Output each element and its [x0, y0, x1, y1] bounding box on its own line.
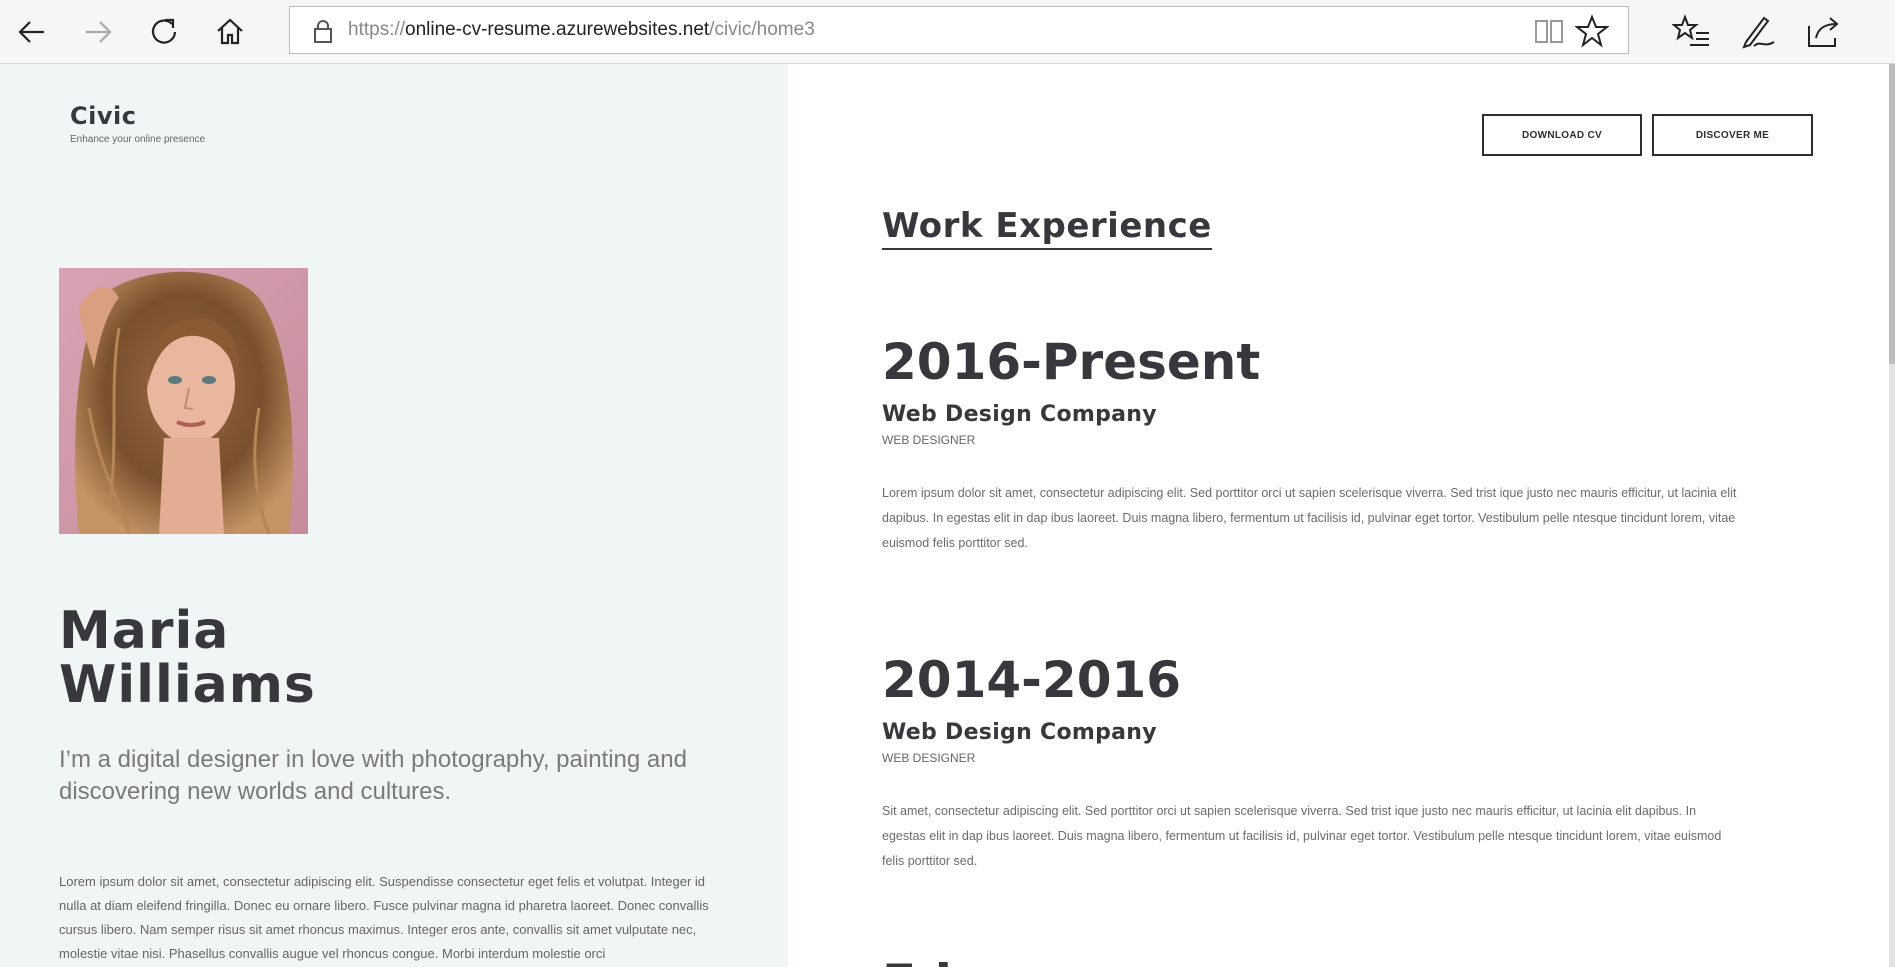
url-host: online-cv-resume.azurewebsites.net [405, 19, 710, 40]
back-icon [18, 21, 44, 43]
address-bar[interactable]: https://online-cv-resume.azurewebsites.n… [289, 6, 1629, 54]
job-description: Sit amet, consectetur adipiscing elit. S… [882, 804, 1722, 868]
last-name: Williams [59, 655, 316, 715]
page-scrollbar[interactable] [1889, 64, 1895, 967]
job-period: 2014-2016 [882, 651, 1182, 709]
lock-icon [314, 20, 332, 43]
url-text[interactable]: https://online-cv-resume.azurewebsites.n… [348, 7, 815, 53]
refresh-button[interactable] [138, 6, 190, 58]
refresh-icon [151, 18, 177, 44]
profile-bio: Lorem ipsum dolor sit amet, consectetur … [59, 874, 709, 961]
job-description: Lorem ipsum dolor sit amet, consectetur … [882, 486, 1737, 550]
profile-photo [59, 268, 308, 534]
job-entry: 2016-Present Web Design Company WEB DESI… [882, 334, 1742, 556]
job-company: Web Design Company [882, 402, 1157, 427]
reading-view-icon[interactable] [1533, 16, 1565, 46]
share-icon[interactable] [1804, 12, 1844, 52]
home-button[interactable] [204, 6, 256, 58]
url-scheme: https:// [348, 19, 406, 40]
pen-icon[interactable] [1738, 12, 1778, 52]
profile-panel: Civic Enhance your online presence Maria… [0, 64, 788, 967]
job-role: WEB DESIGNER [882, 433, 976, 447]
profile-name: Maria Williams [59, 604, 316, 712]
favorite-star-icon[interactable] [1575, 14, 1609, 48]
page-viewport: Civic Enhance your online presence Maria… [0, 64, 1895, 967]
url-path: /civic/home3 [709, 19, 815, 40]
job-entry: 2014-2016 Web Design Company WEB DESIGNE… [882, 652, 1742, 874]
back-button[interactable] [6, 6, 58, 58]
first-name: Maria [59, 601, 230, 661]
site-logo[interactable]: Civic [70, 102, 136, 130]
download-cv-button[interactable]: DOWNLOAD CV [1482, 114, 1642, 156]
browser-toolbar: https://online-cv-resume.azurewebsites.n… [0, 0, 1895, 64]
discover-me-button[interactable]: DISCOVER ME [1652, 114, 1813, 156]
forward-button[interactable] [72, 6, 124, 58]
profile-intro: I’m a digital designer in love with phot… [59, 746, 687, 805]
site-tagline: Enhance your online presence [70, 134, 206, 145]
education-heading-partial: Edu [882, 954, 988, 967]
job-company: Web Design Company [882, 720, 1157, 745]
home-icon [217, 18, 243, 45]
forward-icon [86, 21, 112, 43]
job-period: 2016-Present [882, 333, 1261, 391]
work-experience-title: Work Experience [882, 206, 1212, 250]
job-role: WEB DESIGNER [882, 751, 976, 765]
favorites-list-icon[interactable] [1672, 12, 1712, 52]
content-panel: DOWNLOAD CV DISCOVER ME Work Experience … [788, 64, 1895, 967]
scrollbar-thumb[interactable] [1889, 64, 1895, 364]
